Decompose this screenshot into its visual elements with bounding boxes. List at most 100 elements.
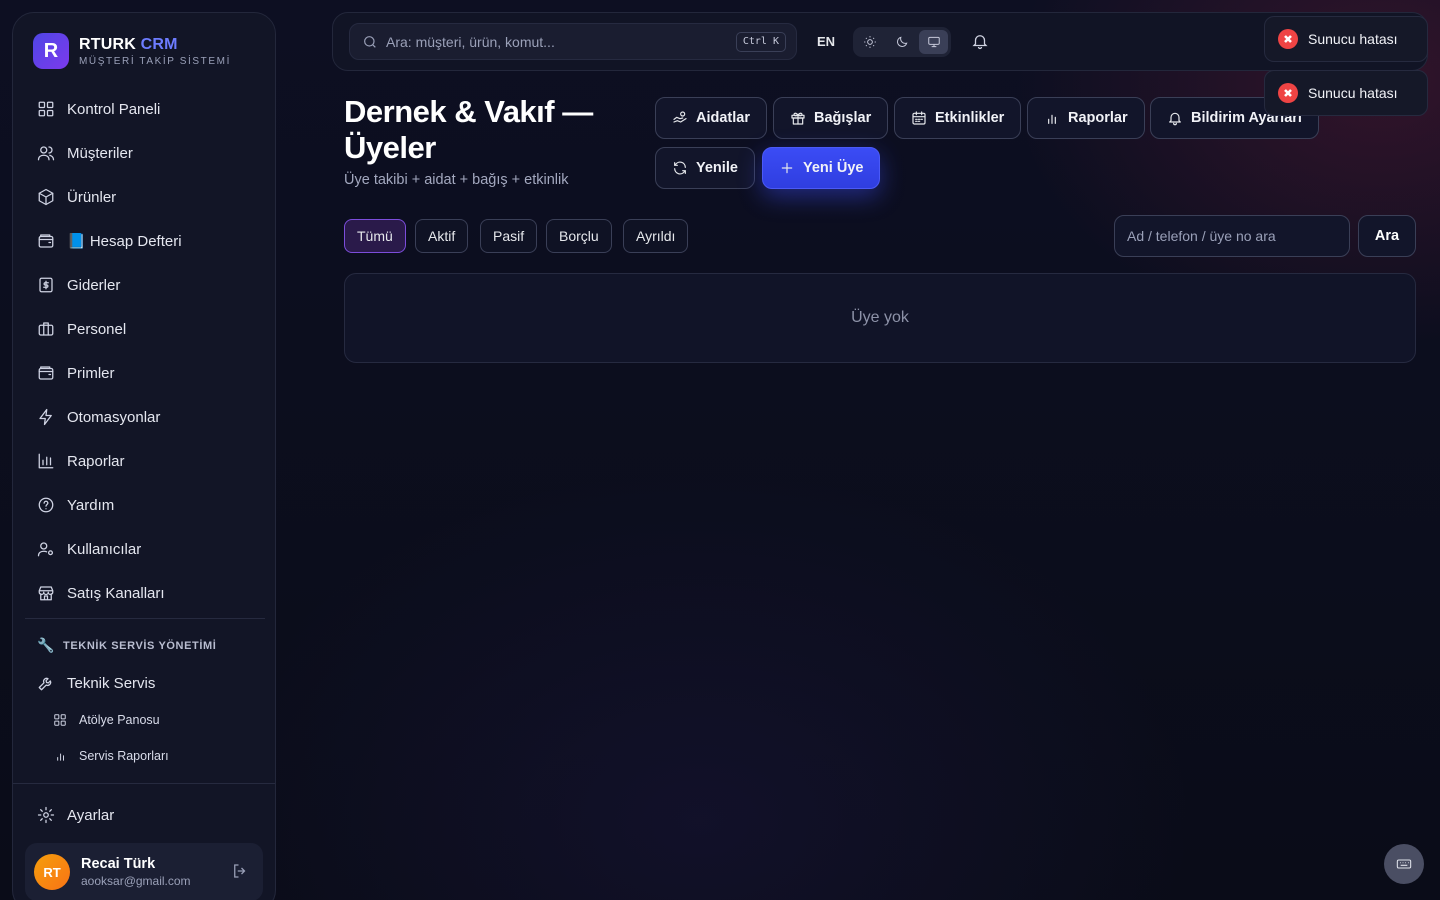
bar-chart-icon: [38, 453, 54, 469]
sidebar-item-label: Teknik Servis: [67, 674, 156, 692]
sun-icon: [864, 36, 877, 48]
search-input[interactable]: [386, 33, 716, 50]
sidebar-item-label: Personel: [67, 320, 127, 338]
error-icon: [1278, 83, 1298, 103]
sidebar-subitem-label: Atölye Panosu: [79, 713, 160, 727]
theme-system-button[interactable]: [919, 30, 949, 54]
error-icon: [1278, 29, 1298, 49]
plus-icon: [781, 162, 793, 174]
sidebar-item-label: Primler: [67, 364, 115, 382]
brand[interactable]: R RTURK CRM MÜŞTERİ TAKİP SİSTEMİ: [33, 33, 231, 69]
sidebar-item-help[interactable]: Yardım: [25, 483, 265, 527]
wrench-icon: 🔧: [37, 637, 56, 653]
wrench-icon: [38, 677, 52, 691]
new-member-button[interactable]: Yeni Üye: [762, 147, 881, 189]
sidebar-item-dashboard[interactable]: Kontrol Paneli: [25, 87, 265, 131]
store-icon: [38, 586, 54, 601]
sidebar-item-label: Kontrol Paneli: [67, 100, 161, 118]
sidebar-item-reports[interactable]: Raporlar: [25, 439, 265, 483]
page-title: Dernek & Vakıf — Üyeler: [344, 94, 593, 165]
toast-message: Sunucu hatası: [1308, 31, 1398, 47]
filter-passive[interactable]: Pasif: [480, 219, 538, 253]
sidebar-item-label: 📘 Hesap Defteri: [67, 233, 182, 250]
filter-active[interactable]: Aktif: [415, 219, 469, 253]
theme-light-button[interactable]: [856, 30, 885, 54]
events-button[interactable]: Etkinlikler: [894, 97, 1022, 139]
sidebar-item-bonuses[interactable]: Primler: [25, 351, 265, 395]
empty-message: Üye yok: [851, 309, 909, 326]
sidebar-subitem-service-reports[interactable]: Servis Raporları: [53, 749, 169, 763]
bell-icon: [972, 35, 988, 50]
theme-switcher: [853, 27, 951, 57]
donations-button[interactable]: Bağışlar: [773, 97, 889, 139]
sidebar-item-label: Otomasyonlar: [67, 408, 161, 426]
bar-chart-icon: [57, 753, 64, 761]
user-email: aooksar@gmail.com: [81, 874, 191, 888]
sidebar-item-automations[interactable]: Otomasyonlar: [25, 395, 265, 439]
user-gear-icon: [37, 542, 54, 557]
lightning-icon: [39, 408, 52, 426]
brand-subtitle: MÜŞTERİ TAKİP SİSTEMİ: [79, 55, 231, 67]
sidebar-item-label: Kullanıcılar: [67, 540, 142, 558]
sidebar: R RTURK CRM MÜŞTERİ TAKİP SİSTEMİ Kontro…: [12, 12, 276, 900]
wallet-icon: [38, 366, 54, 380]
brand-name: RTURK CRM: [79, 35, 178, 53]
bar-chart-icon: [1048, 114, 1056, 124]
sidebar-item-staff[interactable]: Personel: [25, 307, 265, 351]
sidebar-item-label: Satış Kanalları: [67, 584, 165, 602]
sidebar-item-label: Giderler: [67, 276, 121, 294]
dues-button[interactable]: Aidatlar: [655, 97, 767, 139]
logout-icon: [234, 864, 246, 878]
grid-icon: [54, 714, 66, 726]
language-toggle[interactable]: EN: [817, 34, 835, 49]
reports-button[interactable]: Raporlar: [1027, 97, 1145, 139]
error-toast[interactable]: Sunucu hatası: [1264, 16, 1428, 62]
sidebar-subitem-workshop-board[interactable]: Atölye Panosu: [53, 713, 160, 727]
monitor-icon: [927, 36, 940, 48]
sidebar-item-expenses[interactable]: Giderler: [25, 263, 265, 307]
help-icon: [38, 497, 54, 513]
refresh-button[interactable]: Yenile: [655, 147, 755, 189]
bell-icon: [1169, 112, 1181, 126]
keyboard-icon: [1396, 859, 1412, 869]
divider: [25, 618, 265, 619]
filter-indebted[interactable]: Borçlu: [546, 219, 612, 253]
empty-state: Üye yok: [344, 273, 1416, 363]
user-name: Recai Türk: [81, 856, 156, 872]
hand-coins-icon: [673, 111, 687, 123]
sidebar-item-users[interactable]: Kullanıcılar: [25, 527, 265, 571]
member-search-input[interactable]: [1114, 215, 1350, 257]
sidebar-item-customers[interactable]: Müşteriler: [25, 131, 265, 175]
filter-left[interactable]: Ayrıldı: [623, 219, 689, 253]
receipt-icon: [39, 277, 53, 293]
user-card[interactable]: RT Recai Türk aooksar@gmail.com: [25, 843, 263, 900]
refresh-icon: [674, 161, 686, 175]
logout-button[interactable]: [231, 862, 249, 880]
avatar: RT: [34, 854, 70, 890]
member-search-button[interactable]: Ara: [1358, 215, 1416, 257]
notifications-button[interactable]: [971, 32, 991, 52]
sidebar-nav: Kontrol Paneli Müşteriler Ürünler 📘 Hesa…: [25, 87, 265, 615]
keyboard-shortcuts-button[interactable]: [1384, 844, 1424, 884]
sidebar-item-technical-service[interactable]: Teknik Servis: [25, 661, 265, 705]
error-toast[interactable]: Sunucu hatası: [1264, 70, 1428, 116]
filter-all[interactable]: Tümü: [344, 219, 406, 253]
sidebar-item-products[interactable]: Ürünler: [25, 175, 265, 219]
theme-dark-button[interactable]: [888, 30, 917, 54]
sidebar-subitem-label: Servis Raporları: [79, 749, 169, 763]
calendar-icon: [912, 111, 926, 125]
sidebar-item-label: Yardım: [67, 496, 115, 514]
toast-message: Sunucu hatası: [1308, 85, 1398, 101]
sidebar-item-settings[interactable]: Ayarlar: [25, 793, 265, 837]
search-icon: [364, 35, 376, 48]
global-search[interactable]: Ctrl K: [349, 23, 797, 60]
dashboard-icon: [38, 101, 54, 117]
gear-icon: [37, 806, 55, 824]
shortcut-hint: Ctrl K: [735, 32, 786, 52]
sidebar-item-sales-channels[interactable]: Satış Kanalları: [25, 571, 265, 615]
sidebar-item-label: Ayarlar: [67, 806, 115, 824]
sidebar-item-ledger[interactable]: 📘 Hesap Defteri: [25, 219, 265, 263]
divider: [13, 783, 275, 784]
sidebar-item-label: Raporlar: [67, 452, 125, 470]
moon-icon: [897, 36, 908, 47]
